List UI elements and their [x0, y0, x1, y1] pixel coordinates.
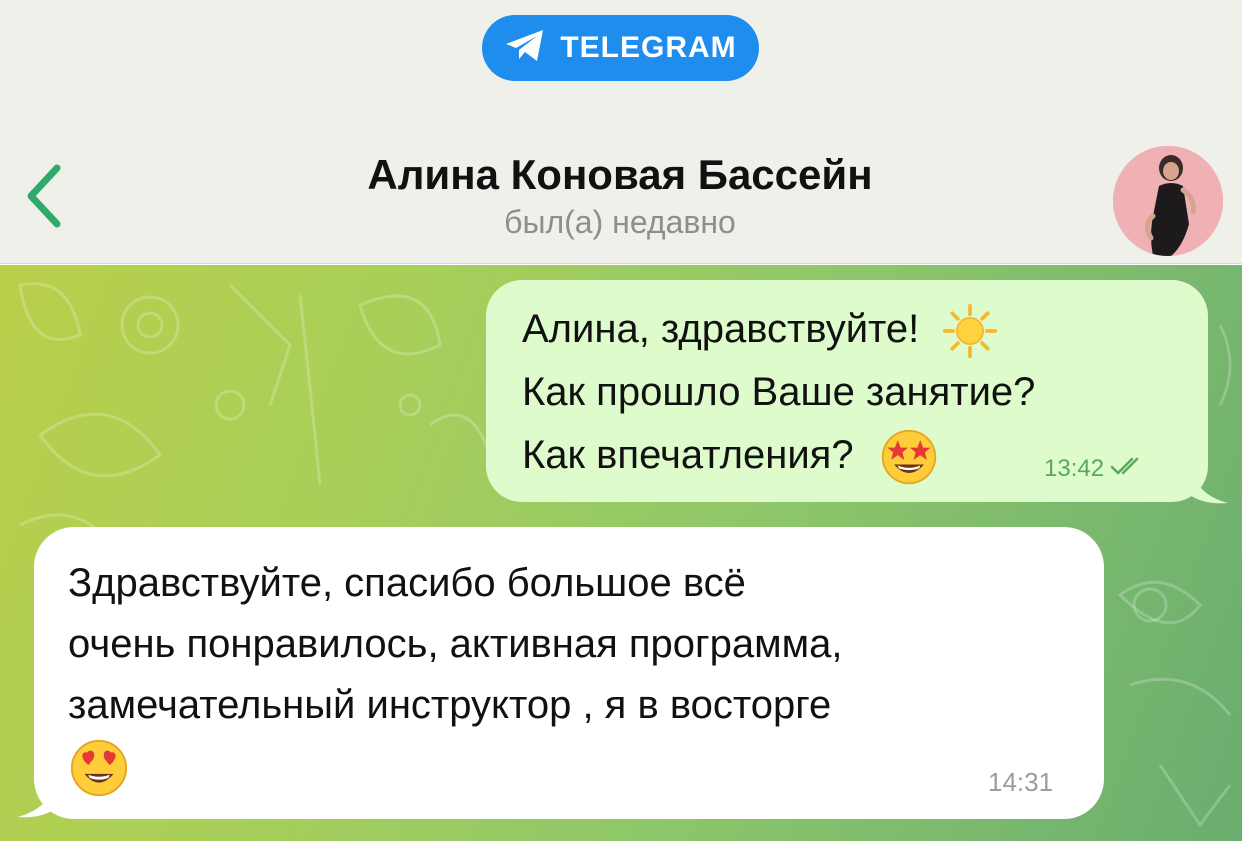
chat-status: был(а) недавно — [504, 204, 736, 240]
message-text: Алина, здравствуйте! — [522, 307, 920, 351]
chat-title: Алина Коновая Бассейн — [367, 151, 873, 198]
back-button[interactable] — [18, 160, 68, 236]
badge-label: TELEGRAM — [560, 31, 737, 64]
chevron-left-icon — [23, 162, 63, 235]
incoming-bubble-tail — [18, 777, 58, 818]
message-line: Здравствуйте, спасибо большое всё — [68, 561, 746, 605]
chat-area[interactable]: Алина, здравствуйте! Как прошло Ваше зан… — [0, 265, 1242, 841]
telegram-plane-icon — [504, 28, 546, 69]
sun-emoji — [942, 303, 998, 359]
message-line: Алина, здравствуйте! — [522, 298, 1178, 361]
chat-title-block[interactable]: Алина Коновая Бассейн был(а) недавно — [260, 148, 980, 242]
message-line: Как прошло Ваше занятие? — [522, 370, 1036, 414]
message-text: Как впечатления? — [522, 433, 854, 477]
star-struck-emoji — [879, 427, 939, 487]
contact-avatar[interactable] — [1113, 146, 1223, 256]
outgoing-bubble-tail — [1190, 465, 1228, 504]
chat-header: TELEGRAM Алина Коновая Бассейн был(а) не… — [0, 0, 1242, 264]
double-check-icon — [1110, 455, 1144, 483]
incoming-message-bubble[interactable]: Здравствуйте, спасибо большое всё очень … — [34, 527, 1104, 819]
message-line: замечательный инструктор , я в восторге — [68, 683, 832, 727]
heart-eyes-emoji — [68, 737, 130, 799]
outgoing-message-time: 13:42 — [1044, 455, 1144, 483]
message-line: очень понравилось, активная программа, — [68, 622, 843, 666]
message-line — [68, 736, 1084, 799]
time-label: 13:42 — [1044, 455, 1105, 482]
telegram-chat-screen: TELEGRAM Алина Коновая Бассейн был(а) не… — [0, 0, 1242, 841]
telegram-badge: TELEGRAM — [482, 15, 759, 81]
incoming-message-time: 14:31 — [988, 767, 1054, 797]
